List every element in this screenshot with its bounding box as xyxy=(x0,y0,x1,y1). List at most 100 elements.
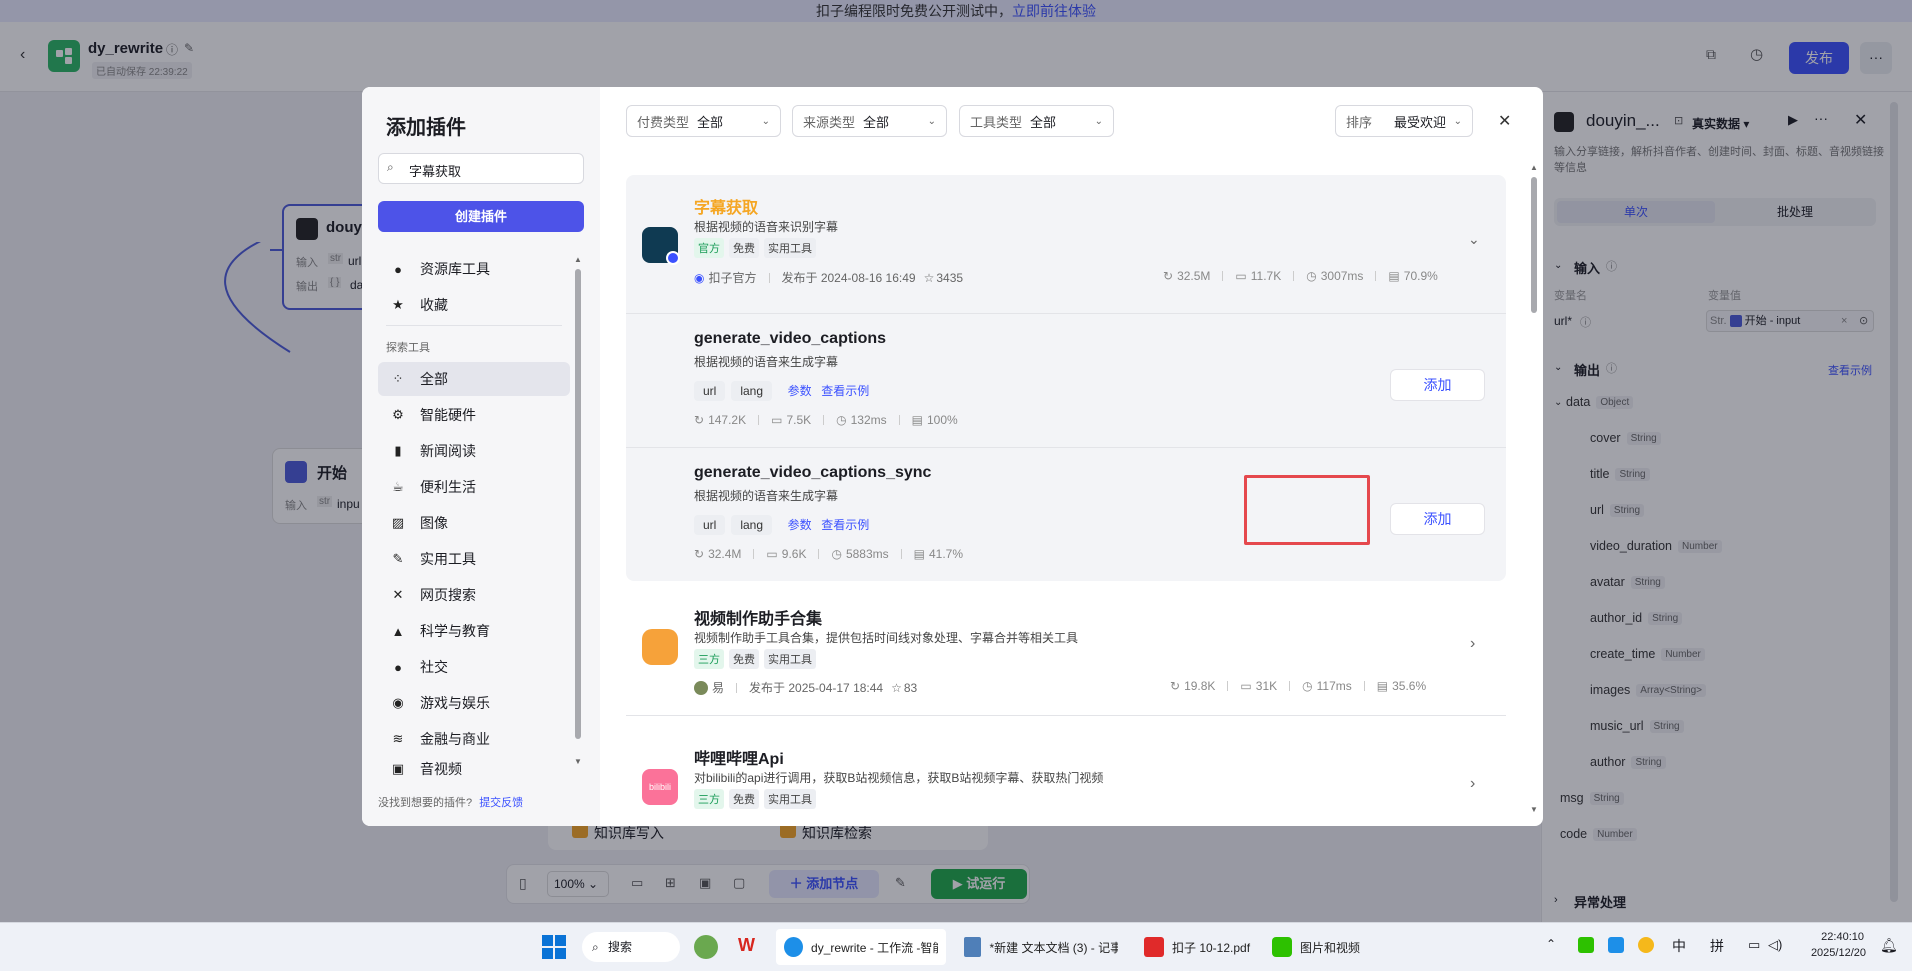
params-link[interactable]: 参数 xyxy=(788,384,812,398)
chevron-down-icon[interactable]: ⌄ xyxy=(1468,231,1480,248)
plugin-search-input[interactable]: ⌕ 字幕获取 xyxy=(378,153,584,184)
bot-icon: ▭ xyxy=(1235,269,1247,283)
plugin-meta: 易 发布于 2025-04-17 18:44 ☆ 83 xyxy=(694,679,917,696)
taskbar-app-wechat[interactable]: 图片和视频 xyxy=(1264,929,1384,965)
nav-image[interactable]: ▨ 图像 xyxy=(378,506,570,540)
star-icon: ★ xyxy=(392,297,404,312)
plugin-author: 扣子官方 xyxy=(708,271,757,285)
param-chip: url xyxy=(694,381,726,401)
feedback-link[interactable]: 提交反馈 xyxy=(479,797,523,809)
tag-category: 实用工具 xyxy=(764,238,816,258)
nav-label: 实用工具 xyxy=(420,551,476,567)
nav-label: 便利生活 xyxy=(420,479,476,495)
copilot-icon[interactable] xyxy=(694,935,718,959)
taskbar-app-notepad[interactable]: *新建 文本文档 (3) - 记事 xyxy=(956,929,1126,965)
wps-icon[interactable]: W xyxy=(738,935,755,956)
nav-news[interactable]: ▮ 新闻阅读 xyxy=(378,434,570,468)
image-icon: ▨ xyxy=(391,515,405,530)
stat-success: ▤ 70.9% xyxy=(1388,269,1438,283)
notification-bell-icon[interactable]: 🔔︎ xyxy=(1880,937,1898,954)
chevron-right-icon[interactable]: › xyxy=(1470,775,1475,793)
nav-label: 图像 xyxy=(420,515,448,531)
param-chip: url xyxy=(694,515,726,535)
close-icon[interactable]: ✕ xyxy=(1498,111,1511,131)
clock-date[interactable]: 2025/12/20 xyxy=(1804,947,1866,959)
sidebar-scrollbar[interactable]: ▲ ▼ xyxy=(574,255,582,773)
add-tool-button[interactable]: 添加 xyxy=(1390,369,1485,401)
app-tray-icon[interactable] xyxy=(1608,937,1624,953)
bilibili-logo-icon: bilibili xyxy=(642,769,678,805)
gamepad-icon: ◉ xyxy=(392,695,404,710)
filter-label: 付费类型 xyxy=(637,114,690,130)
clock-time[interactable]: 22:40:10 xyxy=(1808,931,1864,943)
source-type-filter[interactable]: 来源类型 全部 ⌄ xyxy=(792,105,947,137)
nav-label: 科学与教育 xyxy=(420,623,490,639)
params-link[interactable]: 参数 xyxy=(788,518,812,532)
volume-icon[interactable]: ◁) xyxy=(1768,937,1782,953)
plugin-favorites: 83 xyxy=(903,680,918,695)
tray-chevron-icon[interactable]: ⌃ xyxy=(1546,937,1556,951)
tool-type-filter[interactable]: 工具类型 全部 ⌄ xyxy=(959,105,1114,137)
plugin-card[interactable]: 视频制作助手合集 视频制作助手工具合集，提供包括时间线对象处理、字幕合并等相关工… xyxy=(626,601,1506,729)
tool-desc: 根据视频的语音来生成字幕 xyxy=(694,489,839,503)
nav-favorites[interactable]: ★ 收藏 xyxy=(378,288,570,322)
stat-latency: ◷ 3007ms xyxy=(1306,269,1364,283)
nav-utility[interactable]: ✎ 实用工具 xyxy=(378,542,570,576)
ime-lang-indicator[interactable]: 中 xyxy=(1672,936,1686,956)
chip-icon: ⚙ xyxy=(392,407,404,422)
sidebar-nav-top: ● 资源库工具 ★ 收藏 xyxy=(378,250,570,324)
cup-icon: ☕ xyxy=(392,479,404,494)
nav-finance[interactable]: ≋ 金融与商业 xyxy=(378,722,570,756)
nav-label: 新闻阅读 xyxy=(420,443,476,459)
nav-av[interactable]: ▣ 音视频 xyxy=(378,758,570,780)
example-link[interactable]: 查看示例 xyxy=(821,384,869,398)
highlight-box xyxy=(1244,475,1370,545)
taskbar-app-pdf[interactable]: 扣子 10-12.pdf xyxy=(1136,929,1266,965)
wrench-icon: ✎ xyxy=(392,551,404,566)
plugin-stats: ↻ 32.5M ▭ 11.7K ◷ 3007ms ▤ 70.9% xyxy=(1163,269,1438,283)
nav-label: 资源库工具 xyxy=(420,261,490,277)
filter-value: 全部 xyxy=(863,114,890,130)
star-icon: ☆ xyxy=(891,680,902,695)
chat-icon: ● xyxy=(394,659,402,675)
app-label: 图片和视频 xyxy=(1300,940,1361,955)
chevron-right-icon[interactable]: › xyxy=(1470,635,1475,653)
windows-start-icon[interactable] xyxy=(542,935,566,959)
nav-label: 音视频 xyxy=(420,761,462,777)
wechat-tray-icon[interactable] xyxy=(1578,937,1594,953)
add-tool-button[interactable]: 添加 xyxy=(1390,503,1485,535)
list-scrollbar[interactable]: ▲ ▼ xyxy=(1530,163,1538,819)
create-plugin-button[interactable]: 创建插件 xyxy=(378,201,584,232)
edge-icon xyxy=(784,937,804,957)
nav-smart-hardware[interactable]: ⚙ 智能硬件 xyxy=(378,398,570,432)
search-value: 字幕获取 xyxy=(409,164,462,179)
wechat-icon xyxy=(1272,937,1292,957)
plugin-name[interactable]: 字幕获取 xyxy=(694,194,758,218)
nav-life[interactable]: ☕ 便利生活 xyxy=(378,470,570,504)
nav-label: 金融与商业 xyxy=(420,731,490,747)
ime-mode-indicator[interactable]: 拼 xyxy=(1710,936,1724,956)
example-link[interactable]: 查看示例 xyxy=(821,518,869,532)
user-icon: ● xyxy=(394,261,402,277)
network-icon[interactable]: ▭ xyxy=(1748,937,1760,953)
taskbar-search[interactable]: ⌕ 搜索 xyxy=(582,932,680,962)
nav-education[interactable]: ▲ 科学与教育 xyxy=(378,614,570,648)
plugin-logo-icon xyxy=(642,629,678,665)
sort-select[interactable]: 排序 最受欢迎 ⌄ xyxy=(1335,105,1473,137)
plugin-published: 发布于 2025-04-17 18:44 xyxy=(749,681,884,695)
chevron-down-icon: ⌄ xyxy=(927,115,936,127)
pay-type-filter[interactable]: 付费类型 全部 ⌄ xyxy=(626,105,781,137)
taskbar-app-edge[interactable]: dy_rewrite - 工作流 -智能 xyxy=(776,929,946,965)
pdf-icon xyxy=(1144,937,1164,957)
nav-library-tools[interactable]: ● 资源库工具 xyxy=(378,252,570,286)
nav-web-search[interactable]: ✕ 网页搜索 xyxy=(378,578,570,612)
tag-thirdparty: 三方 xyxy=(694,789,724,809)
param-chip: lang xyxy=(731,515,773,535)
plugin-logo-icon xyxy=(642,227,680,265)
nav-social[interactable]: ● 社交 xyxy=(378,650,570,684)
plugin-card[interactable]: bilibili 哔哩哔哩Api 对bilibili的api进行调用，获取B站视… xyxy=(626,741,1506,826)
tag-thirdparty: 三方 xyxy=(694,649,724,669)
nav-all[interactable]: ⁘ 全部 xyxy=(378,362,570,396)
user-tray-icon[interactable] xyxy=(1638,937,1654,953)
nav-games[interactable]: ◉ 游戏与娱乐 xyxy=(378,686,570,720)
